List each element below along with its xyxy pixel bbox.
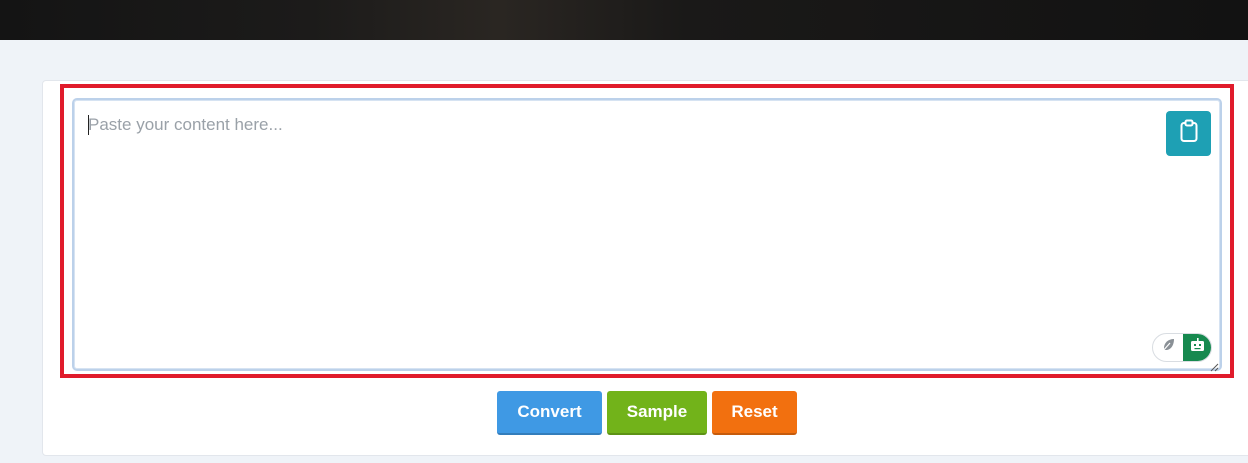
resize-handle[interactable]	[1208, 359, 1219, 372]
mode-toggle[interactable]	[1152, 333, 1212, 362]
feather-icon	[1160, 337, 1176, 358]
robot-icon	[1189, 337, 1206, 358]
toggle-option-robot[interactable]	[1183, 334, 1211, 361]
convert-button[interactable]: Convert	[497, 391, 602, 435]
content-textarea[interactable]	[72, 98, 1222, 371]
clipboard-icon	[1179, 119, 1199, 148]
top-banner	[0, 0, 1248, 40]
textarea-placeholder: Paste your content here...	[88, 115, 283, 134]
paste-clipboard-button[interactable]	[1166, 111, 1211, 156]
reset-button[interactable]: Reset	[712, 391, 797, 435]
toggle-option-feather[interactable]	[1153, 334, 1183, 361]
sample-button[interactable]: Sample	[607, 391, 707, 435]
